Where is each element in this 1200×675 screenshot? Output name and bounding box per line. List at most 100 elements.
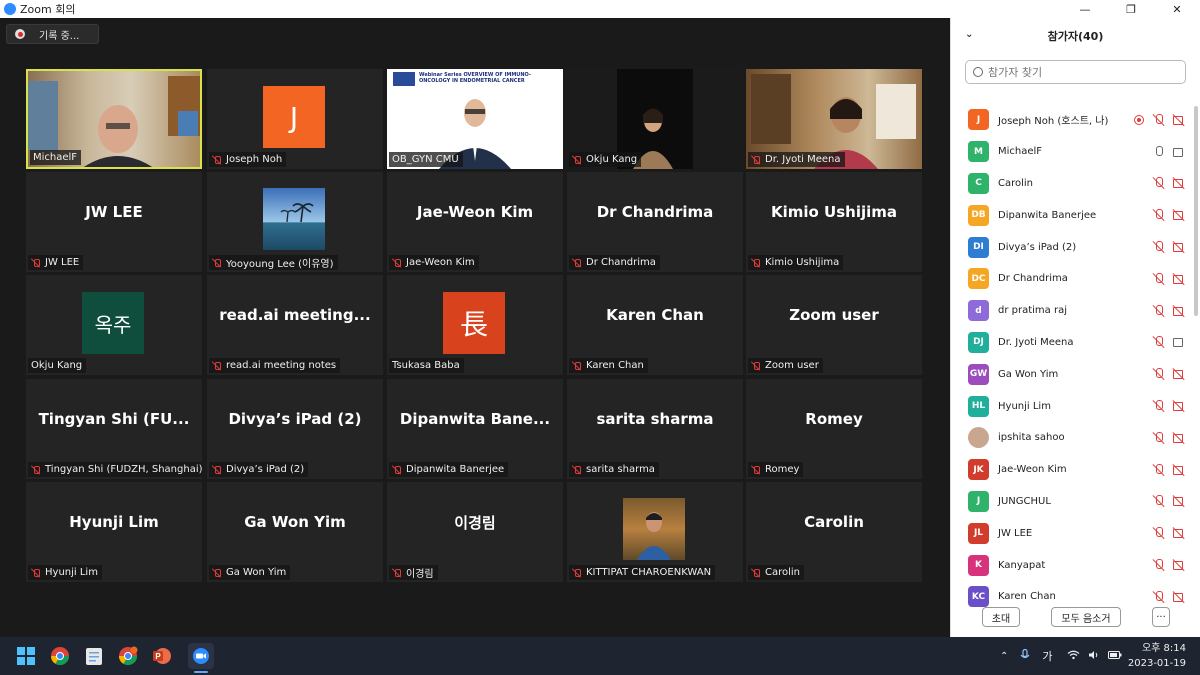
video-camera-off-icon[interactable] [1173,495,1185,507]
video-tile[interactable]: MichaelF [26,69,202,169]
microphone-muted-icon[interactable] [1153,304,1165,317]
microphone-muted-icon[interactable] [1153,559,1165,571]
microphone-muted-icon[interactable] [1153,431,1165,444]
video-camera-off-icon[interactable] [1173,241,1185,253]
microphone-muted-icon[interactable] [1153,241,1165,253]
participant-name: Jae-Weon Kim [998,464,1067,476]
video-tile[interactable]: J Joseph Noh [207,69,383,169]
microphone-muted-icon[interactable] [1153,177,1165,189]
video-tile[interactable]: Carolin Carolin [746,482,922,582]
participant-row[interactable]: M MichaelF [951,136,1191,168]
video-camera-off-icon[interactable] [1173,432,1185,444]
video-tile[interactable]: Dr. Jyoti Meena [746,69,922,169]
restore-button[interactable]: ❐ [1108,0,1154,18]
microphone-muted-icon[interactable] [1153,527,1165,539]
microphone-muted-icon[interactable] [1153,113,1165,126]
video-camera-off-icon[interactable] [1173,273,1185,285]
participant-search-input[interactable]: 참가자 찾기 [965,60,1186,84]
close-button[interactable]: ✕ [1154,0,1200,18]
input-language-indicator[interactable]: 가 [1042,648,1052,664]
microphone-icon[interactable] [1153,145,1165,158]
microphone-muted-icon[interactable] [1153,590,1165,603]
video-tile[interactable]: KITTIPAT CHAROENKWAN [567,482,743,582]
video-camera-icon[interactable] [1173,336,1185,348]
zoom-taskbar-icon[interactable] [188,643,214,669]
video-tile[interactable]: Webinar Series OVERVIEW OF IMMUNO-ONCOLO… [387,69,563,169]
participant-row[interactable]: C Carolin [951,168,1191,200]
video-camera-icon[interactable] [1173,146,1185,158]
video-tile[interactable]: Jae-Weon Kim Jae-Weon Kim [387,172,563,272]
participant-row[interactable]: JK Jae-Weon Kim [951,454,1191,486]
video-tile[interactable]: Divya’s iPad (2) Divya’s iPad (2) [207,379,383,479]
participant-avatar: GW [968,363,989,385]
taskbar-clock[interactable]: 오후 8:14 2023-01-19 [1128,641,1186,671]
invite-button[interactable]: 초대 [982,607,1020,627]
participant-list-scrollbar[interactable] [1194,106,1198,316]
video-tile[interactable]: read.ai meeting... read.ai meeting notes [207,275,383,375]
powerpoint-icon[interactable]: P [150,644,174,668]
video-camera-off-icon[interactable] [1173,559,1185,571]
volume-icon[interactable] [1088,650,1100,663]
video-tile[interactable]: 長 Tsukasa Baba [387,275,563,375]
video-camera-off-icon[interactable] [1173,209,1185,221]
video-camera-off-icon[interactable] [1173,177,1185,189]
participant-row[interactable]: DC Dr Chandrima [951,263,1191,295]
video-camera-off-icon[interactable] [1173,527,1185,539]
video-tile[interactable]: Zoom user Zoom user [746,275,922,375]
video-tile[interactable]: Ga Won Yim Ga Won Yim [207,482,383,582]
video-tile[interactable]: 이경림 이경림 [387,482,563,582]
minimize-button[interactable]: — [1062,0,1108,18]
video-tile[interactable]: Karen Chan Karen Chan [567,275,743,375]
microphone-muted-icon[interactable] [1153,272,1165,285]
video-tile[interactable]: Romey Romey [746,379,922,479]
wifi-icon[interactable] [1067,650,1080,663]
participant-row[interactable]: d dr pratima raj [951,295,1191,327]
video-camera-off-icon[interactable] [1173,305,1185,317]
participant-row[interactable]: K Kanyapat [951,549,1191,581]
video-tile[interactable]: Dipanwita Bane... Dipanwita Banerjee [387,379,563,479]
collapse-chevron-icon[interactable]: ⌄ [965,29,973,40]
participant-row[interactable]: DJ Dr. Jyoti Meena [951,327,1191,359]
video-camera-off-icon[interactable] [1173,591,1185,603]
video-tile[interactable]: Yooyoung Lee (이유영) [207,172,383,272]
video-camera-off-icon[interactable] [1173,114,1185,126]
video-tile[interactable]: Dr Chandrima Dr Chandrima [567,172,743,272]
show-hidden-icons-chevron-icon[interactable]: ⌃ [1000,651,1008,662]
participant-row[interactable]: J Joseph Noh (호스트, 나) [951,104,1191,136]
mute-all-button[interactable]: 모두 음소거 [1051,607,1121,627]
video-tile[interactable]: JW LEE JW LEE [26,172,202,272]
video-tile[interactable]: Hyunji Lim Hyunji Lim [26,482,202,582]
video-camera-off-icon[interactable] [1173,368,1185,380]
microphone-muted-icon[interactable] [1153,400,1165,412]
microphone-muted-icon[interactable] [1153,495,1165,507]
microphone-muted-icon[interactable] [1153,336,1165,348]
recording-indicator[interactable]: 기록 중... [6,24,99,44]
mic-muted-icon [392,258,402,268]
video-camera-off-icon[interactable] [1173,464,1185,476]
more-options-button[interactable]: ··· [1152,607,1170,627]
microphone-muted-icon[interactable] [1153,463,1165,476]
chrome-icon[interactable] [48,644,72,668]
participant-row[interactable]: JL JW LEE [951,517,1191,549]
microphone-muted-icon[interactable] [1153,368,1165,380]
chrome-profile-icon[interactable] [116,644,140,668]
video-tile[interactable]: 옥주 Okju Kang [26,275,202,375]
participant-label: Yooyoung Lee (이유영) [209,255,338,270]
participant-row[interactable]: ipshita sahoo [951,422,1191,454]
participant-row[interactable]: GW Ga Won Yim [951,358,1191,390]
participant-row[interactable]: DI Divya’s iPad (2) [951,231,1191,263]
windows-start-icon[interactable] [14,644,38,668]
video-tile[interactable]: Tingyan Shi (FU... Tingyan Shi (FUDZH, Sh… [26,379,202,479]
participant-row[interactable]: HL Hyunji Lim [951,390,1191,422]
video-camera-off-icon[interactable] [1173,400,1185,412]
participant-row[interactable]: J JUNGCHUL [951,486,1191,518]
microphone-muted-icon[interactable] [1153,209,1165,221]
video-tile[interactable]: Okju Kang [567,69,743,169]
microphone-tray-icon[interactable] [1020,648,1030,664]
video-tile[interactable]: Kimio Ushijima Kimio Ushijima [746,172,922,272]
video-tile[interactable]: sarita sharma sarita sharma [567,379,743,479]
participant-label: Tsukasa Baba [389,358,464,373]
battery-icon[interactable] [1107,650,1122,662]
notepad-icon[interactable] [82,644,106,668]
participant-row[interactable]: DB Dipanwita Banerjee [951,199,1191,231]
